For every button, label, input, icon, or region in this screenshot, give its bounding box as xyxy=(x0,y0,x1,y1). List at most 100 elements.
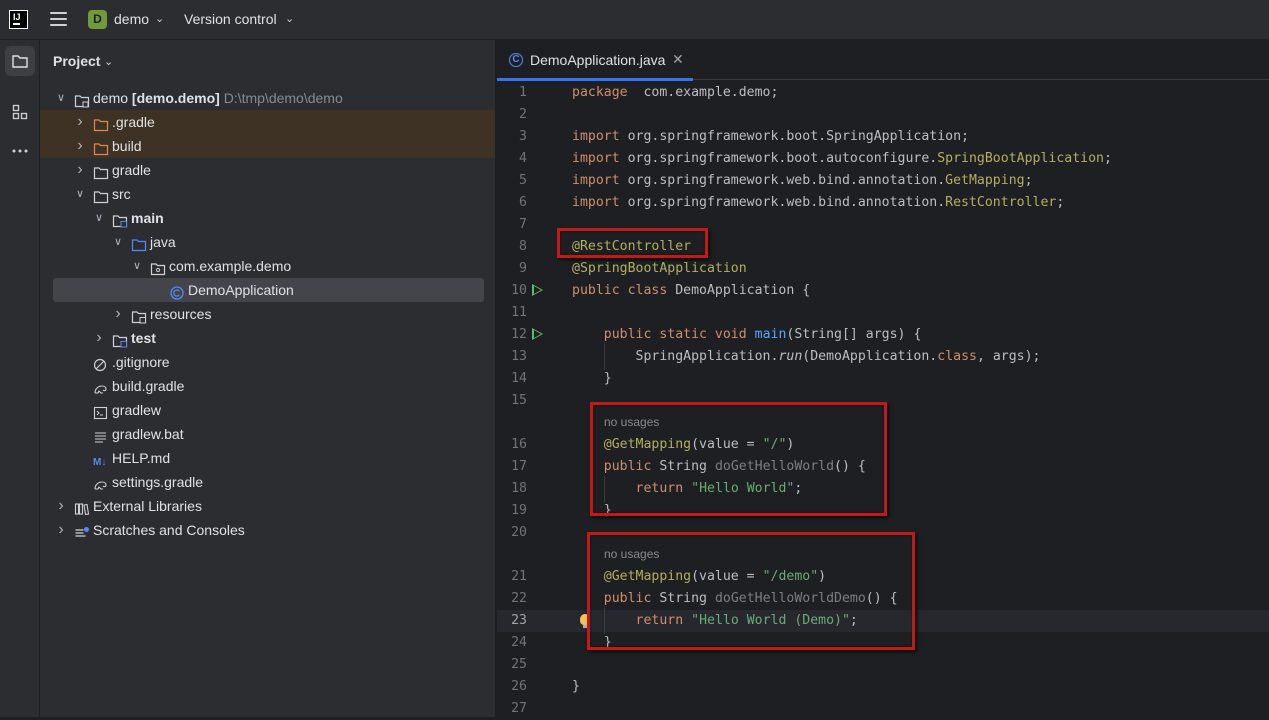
line-number[interactable]: 16 xyxy=(497,434,527,456)
line-number[interactable]: 23 xyxy=(497,610,527,632)
line-number[interactable]: 26 xyxy=(497,676,527,698)
tree-item-package[interactable]: ∨ com.example.demo xyxy=(40,254,495,278)
close-icon[interactable]: ✕ xyxy=(672,51,684,68)
line-number[interactable]: 20 xyxy=(497,522,527,544)
line-number[interactable]: 2 xyxy=(497,104,527,126)
tree-item-gradlew-bat[interactable]: gradlew.bat xyxy=(40,422,495,446)
code-line[interactable]: 13 SpringApplication.run(DemoApplication… xyxy=(497,346,1269,368)
code-line[interactable]: 10 public class DemoApplication { xyxy=(497,280,1269,302)
code-line[interactable]: 25 xyxy=(497,654,1269,676)
tree-item-label: demo [demo.demo] D:\tmp\demo\demo xyxy=(93,90,343,106)
line-number[interactable]: 3 xyxy=(497,126,527,148)
chevron-right-icon[interactable]: › xyxy=(74,134,86,158)
chevron-right-icon[interactable]: › xyxy=(74,110,86,134)
tree-item-src[interactable]: ∨ src xyxy=(40,182,495,206)
chevron-right-icon[interactable]: › xyxy=(74,158,86,182)
chevron-right-icon[interactable]: › xyxy=(93,326,105,350)
line-number[interactable]: 4 xyxy=(497,148,527,170)
tree-item-test[interactable]: › test xyxy=(40,326,495,350)
code-line[interactable]: 4 import org.springframework.boot.autocon… xyxy=(497,148,1269,170)
line-number[interactable]: 19 xyxy=(497,500,527,522)
code-text: } xyxy=(572,676,580,698)
line-number[interactable]: 10 xyxy=(497,280,527,302)
tree-item-gradle-hidden[interactable]: › .gradle xyxy=(40,110,495,134)
chevron-down-icon[interactable]: ∨ xyxy=(112,230,124,254)
project-tool-button[interactable] xyxy=(5,46,35,76)
run-gutter-icon[interactable] xyxy=(532,284,543,296)
tree-item-external-libraries[interactable]: › External Libraries xyxy=(40,494,495,518)
tree-item-gitignore[interactable]: .gitignore xyxy=(40,350,495,374)
code-editor[interactable]: 1 package com.example.demo; 2 3 import org.s… xyxy=(497,82,1269,717)
chevron-down-icon[interactable]: ⌄ xyxy=(155,12,164,25)
chevron-down-icon[interactable]: ⌄ xyxy=(285,12,294,25)
tree-item-java[interactable]: ∨ java xyxy=(40,230,495,254)
tree-item-settings-gradle[interactable]: settings.gradle xyxy=(40,470,495,494)
main-menu-icon[interactable] xyxy=(50,12,67,26)
code-line[interactable]: 2 xyxy=(497,104,1269,126)
code-line[interactable]: 5 import org.springframework.web.bind.ann… xyxy=(497,170,1269,192)
line-number[interactable]: 12 xyxy=(497,324,527,346)
chevron-down-icon[interactable]: ∨ xyxy=(55,86,67,110)
line-number[interactable]: 25 xyxy=(497,654,527,676)
intellij-logo-icon[interactable]: IJ xyxy=(9,10,28,29)
tree-item-label: test xyxy=(131,330,156,346)
line-number[interactable]: 21 xyxy=(497,566,527,588)
run-gutter-icon[interactable] xyxy=(532,328,543,340)
tree-item-root[interactable]: ∨ demo [demo.demo] D:\tmp\demo\demo xyxy=(40,86,495,110)
tab-demoapplication-java[interactable]: C DemoApplication.java ✕ xyxy=(497,40,693,81)
tree-item-build-gradle[interactable]: build.gradle xyxy=(40,374,495,398)
code-token: main xyxy=(754,327,787,342)
line-number[interactable]: 9 xyxy=(497,258,527,280)
line-number[interactable]: 24 xyxy=(497,632,527,654)
structure-tool-button[interactable] xyxy=(5,97,35,127)
code-line[interactable]: 3 import org.springframework.boot.SpringA… xyxy=(497,126,1269,148)
line-number[interactable]: 14 xyxy=(497,368,527,390)
code-token: ; xyxy=(1103,151,1112,166)
line-number[interactable]: 13 xyxy=(497,346,527,368)
chevron-down-icon[interactable]: ∨ xyxy=(131,254,143,278)
tree-item-build[interactable]: › build xyxy=(40,134,495,158)
line-number[interactable]: 15 xyxy=(497,390,527,412)
line-number[interactable]: 5 xyxy=(497,170,527,192)
line-number[interactable]: 11 xyxy=(497,302,527,324)
title-bar: IJ D demo ⌄ Version control ⌄ xyxy=(0,0,1269,40)
line-number[interactable]: 7 xyxy=(497,214,527,236)
code-line[interactable]: 11 xyxy=(497,302,1269,324)
chevron-down-icon[interactable]: ∨ xyxy=(74,182,86,206)
code-line[interactable]: 1 package com.example.demo; xyxy=(497,82,1269,104)
project-selector[interactable]: demo xyxy=(114,11,149,27)
code-text: public static void main(String[] args) { xyxy=(572,324,922,346)
tree-item-gradle[interactable]: › gradle xyxy=(40,158,495,182)
tree-item-label: gradlew.bat xyxy=(112,426,184,442)
chevron-down-icon[interactable]: ⌄ xyxy=(104,55,113,68)
chevron-down-icon[interactable]: ∨ xyxy=(93,206,105,230)
code-line[interactable]: 26} xyxy=(497,676,1269,698)
line-number[interactable]: 22 xyxy=(497,588,527,610)
code-token: RestController xyxy=(945,195,1057,210)
code-line[interactable]: 9 @SpringBootApplication xyxy=(497,258,1269,280)
line-number[interactable]: 6 xyxy=(497,192,527,214)
tree-item-label: main xyxy=(131,210,164,226)
chevron-right-icon[interactable]: › xyxy=(112,302,124,326)
chevron-right-icon[interactable]: › xyxy=(55,494,67,518)
project-badge[interactable]: D xyxy=(88,10,107,29)
code-line[interactable]: 6 import org.springframework.web.bind.ann… xyxy=(497,192,1269,214)
line-number[interactable]: 17 xyxy=(497,456,527,478)
line-number[interactable]: 18 xyxy=(497,478,527,500)
code-line[interactable]: 12 public static void main(String[] args… xyxy=(497,324,1269,346)
code-line[interactable]: 14 } xyxy=(497,368,1269,390)
tree-item-scratches[interactable]: › Scratches and Consoles xyxy=(40,518,495,542)
version-control-menu[interactable]: Version control xyxy=(184,11,277,27)
chevron-right-icon[interactable]: › xyxy=(55,518,67,542)
line-number[interactable]: 8 xyxy=(497,236,527,258)
tree-item-main[interactable]: ∨ main xyxy=(40,206,495,230)
tree-item-help-md[interactable]: M↓ HELP.md xyxy=(40,446,495,470)
line-number[interactable]: 1 xyxy=(497,82,527,104)
tree-item-resources[interactable]: › resources xyxy=(40,302,495,326)
code-token: DemoApplication { xyxy=(667,283,811,298)
more-tools-button[interactable] xyxy=(5,136,35,166)
project-panel-title[interactable]: Project xyxy=(53,53,100,69)
tree-item-gradlew[interactable]: gradlew xyxy=(40,398,495,422)
tree-item-demoapplication[interactable]: DemoApplication xyxy=(53,278,484,302)
